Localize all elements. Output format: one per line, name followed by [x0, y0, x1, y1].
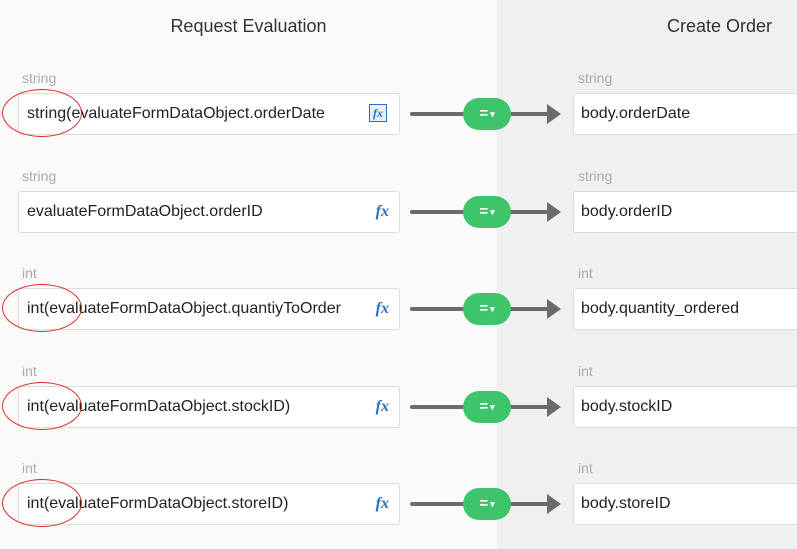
source-expression-text: int(evaluateFormDataObject.storeID)	[27, 495, 289, 512]
mapping-row: int int(evaluateFormDataObject.quantiyTo…	[0, 265, 797, 363]
operator-label: =	[479, 495, 489, 512]
target-field-text: body.storeID	[581, 495, 671, 512]
target-type-label: string	[578, 70, 613, 86]
target-field[interactable]: body.quantity_ordered	[573, 288, 797, 330]
source-expression-text: int(evaluateFormDataObject.quantiyToOrde…	[27, 300, 341, 317]
source-expression-field[interactable]: string(evaluateFormDataObject.orderDate …	[18, 93, 400, 135]
arrow-head-icon	[547, 494, 561, 514]
target-type-label: int	[578, 265, 593, 281]
target-header: Create Order	[667, 16, 773, 36]
target-type-label: string	[578, 168, 613, 184]
mapping-row: int int(evaluateFormDataObject.stockID) …	[0, 363, 797, 461]
operator-label: =	[479, 203, 489, 220]
target-field[interactable]: body.storeID	[573, 483, 797, 525]
caret-down-icon: ▾	[490, 109, 495, 120]
target-field-text: body.stockID	[581, 398, 673, 415]
source-expression-field[interactable]: evaluateFormDataObject.orderID fx	[18, 191, 400, 233]
operator-dropdown-button[interactable]: = ▾	[463, 293, 511, 325]
operator-dropdown-button[interactable]: = ▾	[463, 488, 511, 520]
operator-dropdown-button[interactable]: = ▾	[463, 98, 511, 130]
function-editor-icon[interactable]: fx	[376, 192, 389, 232]
source-expression-field[interactable]: int(evaluateFormDataObject.storeID) fx	[18, 483, 400, 525]
mapping-row: string evaluateFormDataObject.orderID fx…	[0, 168, 797, 266]
target-field[interactable]: body.orderDate	[573, 93, 797, 135]
operator-dropdown-button[interactable]: = ▾	[463, 196, 511, 228]
caret-down-icon: ▾	[490, 304, 495, 315]
arrow-head-icon	[547, 104, 561, 124]
caret-down-icon: ▾	[490, 402, 495, 413]
source-type-label: int	[22, 460, 37, 476]
function-editor-icon[interactable]: fx	[376, 387, 389, 427]
arrow-head-icon	[547, 202, 561, 222]
function-editor-icon[interactable]: fx	[369, 104, 387, 122]
source-type-label: int	[22, 363, 37, 379]
source-type-label: int	[22, 265, 37, 281]
arrow-head-icon	[547, 299, 561, 319]
function-editor-icon[interactable]: fx	[376, 289, 389, 329]
target-field[interactable]: body.stockID	[573, 386, 797, 428]
caret-down-icon: ▾	[490, 499, 495, 510]
target-field-text: body.quantity_ordered	[581, 300, 740, 317]
target-field[interactable]: body.orderID	[573, 191, 797, 233]
mapping-row: int int(evaluateFormDataObject.storeID) …	[0, 460, 797, 549]
source-expression-field[interactable]: int(evaluateFormDataObject.stockID) fx	[18, 386, 400, 428]
operator-label: =	[479, 398, 489, 415]
arrow-head-icon	[547, 397, 561, 417]
target-type-label: int	[578, 363, 593, 379]
caret-down-icon: ▾	[490, 207, 495, 218]
source-header: Request Evaluation	[170, 16, 327, 36]
target-field-text: body.orderID	[581, 203, 673, 220]
operator-dropdown-button[interactable]: = ▾	[463, 391, 511, 423]
operator-label: =	[479, 300, 489, 317]
source-expression-text: evaluateFormDataObject.orderID	[27, 203, 263, 220]
function-editor-icon[interactable]: fx	[376, 484, 389, 524]
target-type-label: int	[578, 460, 593, 476]
mapping-row: string string(evaluateFormDataObject.ord…	[0, 70, 797, 168]
source-expression-text: int(evaluateFormDataObject.stockID)	[27, 398, 291, 415]
source-expression-text: string(evaluateFormDataObject.orderDate	[27, 105, 325, 122]
source-type-label: string	[22, 70, 57, 86]
operator-label: =	[479, 105, 489, 122]
source-type-label: string	[22, 168, 57, 184]
target-field-text: body.orderDate	[581, 105, 691, 122]
source-expression-field[interactable]: int(evaluateFormDataObject.quantiyToOrde…	[18, 288, 400, 330]
